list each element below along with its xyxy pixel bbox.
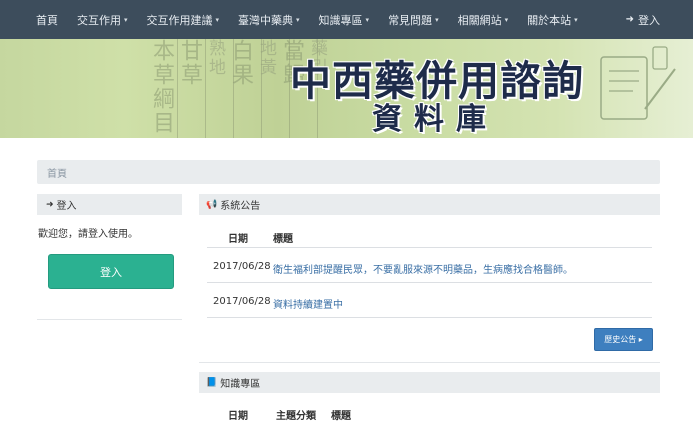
book-icon: 📘 <box>206 377 218 388</box>
nav-item-faq[interactable]: 常見問題 ▾ <box>388 12 439 28</box>
nav-menu: 首頁 交互作用 ▾ 交互作用建議 ▾ 臺灣中藥典 ▾ 知識專區 ▾ 常見問題 ▾ 相關網站… <box>0 0 597 39</box>
column-header-date: 日期 <box>228 411 248 422</box>
sign-in-icon: ➜ <box>625 14 634 25</box>
nav-item-pharmacopeia[interactable]: 臺灣中藥典 ▾ <box>238 12 300 28</box>
nav-item-label: 首頁 <box>36 13 58 27</box>
chevron-down-icon: ▾ <box>365 15 370 24</box>
top-navbar: 首頁 交互作用 ▾ 交互作用建議 ▾ 臺灣中藥典 ▾ 知識專區 ▾ 常見問題 ▾ 相關網站… <box>0 0 693 39</box>
chevron-down-icon: ▾ <box>124 15 128 24</box>
table-row: 2017/06/28 資料持續建置中 <box>199 285 660 319</box>
medicine-illustration-icon <box>600 46 676 120</box>
banner-bg-text: 本草綱目 <box>149 39 174 135</box>
nav-login-link[interactable]: ➜ 登入 <box>626 0 660 39</box>
history-announcements-button[interactable]: 歷史公告 ▸ <box>594 328 653 351</box>
knowledge-table-header: 日期 主題分類 標題 <box>199 405 660 425</box>
column-header-date: 日期 <box>228 234 248 245</box>
welcome-text: 歡迎您，請登入使用。 <box>38 229 138 240</box>
nav-item-label: 交互作用建議 <box>146 13 213 27</box>
nav-item-home[interactable]: 首頁 <box>36 12 58 28</box>
column-header-title: 標題 <box>273 234 293 245</box>
knowledge-title: 知識專區 <box>220 379 261 390</box>
table-divider <box>207 247 652 248</box>
chevron-down-icon: ▾ <box>215 15 220 24</box>
nav-login-label: 登入 <box>638 13 660 27</box>
chevron-down-icon: ▾ <box>574 15 578 24</box>
chevron-down-icon: ▾ <box>296 15 300 24</box>
divider <box>37 319 182 320</box>
table-divider <box>207 282 652 283</box>
banner-bg-text: 熟地 <box>205 39 225 77</box>
announcement-date: 2017/06/28 <box>213 296 271 307</box>
nav-item-related-sites[interactable]: 相關網站 ▾ <box>458 12 509 28</box>
banner-bg-text: 地黃 <box>256 39 276 77</box>
nav-item-label: 相關網站 <box>457 13 502 27</box>
nav-item-label: 臺灣中藥典 <box>238 13 294 27</box>
table-divider <box>207 317 652 318</box>
column-header-category: 主題分類 <box>276 411 316 422</box>
banner-bg-text: 甘草 <box>177 39 202 87</box>
knowledge-heading: 📘 知識專區 <box>199 372 660 393</box>
announcement-link[interactable]: 資料持續建置中 <box>273 296 343 311</box>
login-button[interactable]: 登入 <box>48 254 174 289</box>
megaphone-icon: 📢 <box>206 199 218 210</box>
nav-item-knowledge[interactable]: 知識專區 ▾ <box>319 12 370 28</box>
nav-item-label: 知識專區 <box>318 13 363 27</box>
divider <box>199 362 660 363</box>
nav-item-interactions[interactable]: 交互作用 ▾ <box>77 12 128 28</box>
login-panel-title: 登入 <box>56 201 77 212</box>
announcement-link[interactable]: 衛生福利部提醒民眾，不要亂服來源不明藥品，生病應找合格醫師。 <box>273 261 573 276</box>
nav-item-label: 關於本站 <box>527 13 572 27</box>
announcements-title: 系統公告 <box>220 201 261 212</box>
breadcrumb-home[interactable]: 首頁 <box>47 165 67 180</box>
chevron-down-icon: ▾ <box>504 15 509 24</box>
table-row: 2017/06/28 衛生福利部提醒民眾，不要亂服來源不明藥品，生病應找合格醫師… <box>199 250 660 284</box>
column-header-title: 標題 <box>331 411 351 422</box>
login-panel-heading: ➜ 登入 <box>37 194 182 215</box>
announcements-table-header: 日期 標題 <box>199 226 660 246</box>
sign-in-icon: ➜ <box>46 199 54 210</box>
chevron-down-icon: ▾ <box>435 15 439 24</box>
nav-item-about[interactable]: 關於本站 ▾ <box>527 12 578 28</box>
breadcrumb: 首頁 <box>37 160 660 184</box>
banner-subtitle: 資料庫 <box>372 102 498 137</box>
nav-item-label: 交互作用 <box>77 13 121 27</box>
hero-banner: 本草綱目 甘草 熟地 白果 地黃 當歸 藥引 中西藥併用諮詢 資料庫 <box>0 39 693 138</box>
announcements-heading: 📢 系統公告 <box>199 194 660 215</box>
announcement-date: 2017/06/28 <box>213 261 271 272</box>
banner-bg-text: 白果 <box>228 39 253 87</box>
nav-item-interaction-advice[interactable]: 交互作用建議 ▾ <box>147 12 220 28</box>
nav-item-label: 常見問題 <box>388 13 433 27</box>
